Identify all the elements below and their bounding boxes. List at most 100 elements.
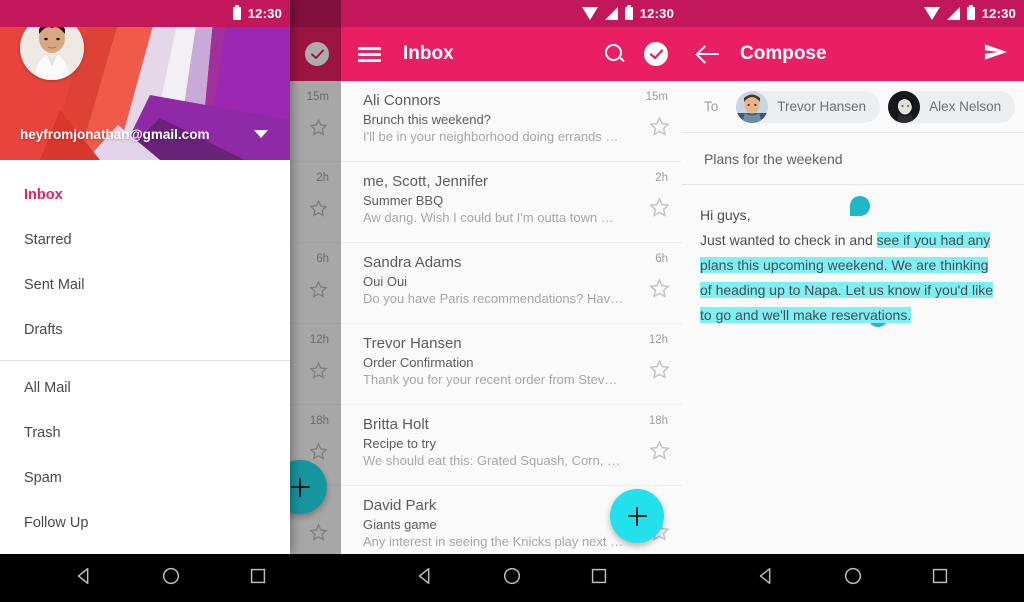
send-icon[interactable] <box>982 38 1010 71</box>
nav-back-button[interactable] <box>414 565 436 592</box>
star-icon[interactable] <box>648 196 671 224</box>
message-body-field[interactable]: Hi guys, Just wanted to check in and see… <box>682 185 1024 328</box>
nav-back-button[interactable] <box>73 565 95 592</box>
email-time: 18h <box>648 415 668 427</box>
nav-recents-button[interactable] <box>588 565 610 592</box>
screen-inbox: 12:30 Inbox Ali Connors Brunch this week… <box>341 0 682 602</box>
subject-field[interactable]: Plans for the weekend <box>682 133 1024 185</box>
table-row[interactable]: Trevor Hansen Order Confirmation Thank y… <box>341 324 682 405</box>
search-icon[interactable] <box>604 43 626 65</box>
email-subject: Order Confirmation <box>363 355 474 370</box>
star-icon[interactable] <box>648 439 671 467</box>
star-icon[interactable] <box>648 358 671 386</box>
status-bar-time: 12:30 <box>247 6 282 21</box>
sidebar-item-follow-up[interactable]: Follow Up <box>0 500 290 545</box>
sidebar-item-drafts[interactable]: Drafts <box>0 307 290 352</box>
screen-compose: 12:30 Compose To Trevor Hansen Alex Nels… <box>682 0 1024 602</box>
signal-icon <box>946 7 960 20</box>
drawer-nav-list: Inbox Starred Sent Mail Drafts All Mail … <box>0 160 290 545</box>
recipient-name: Alex Nelson <box>929 99 1002 114</box>
compose-fab[interactable] <box>610 489 664 543</box>
email-subject: Brunch this weekend? <box>363 112 491 127</box>
sidebar-item-all-mail[interactable]: All Mail <box>0 365 290 410</box>
page-title: Compose <box>740 43 827 64</box>
email-time: 2h <box>655 172 668 184</box>
recipient-chip-trevor-hansen[interactable]: Trevor Hansen <box>736 90 881 123</box>
star-icon[interactable] <box>648 115 671 143</box>
status-bar: 12:30 <box>682 0 1024 27</box>
email-sender: Trevor Hansen <box>363 335 462 352</box>
android-nav-bar <box>341 554 682 602</box>
email-snippet: We should eat this: Grated Squash, Corn,… <box>363 453 621 468</box>
message-line-2-plain: Just wanted to check in and <box>700 232 877 248</box>
inbox-toolbar: Inbox <box>341 27 682 81</box>
email-sender: Sandra Adams <box>363 254 462 271</box>
nav-home-button[interactable] <box>160 565 182 592</box>
email-subject: Giants game <box>363 517 437 532</box>
email-subject: Summer BBQ <box>363 193 444 208</box>
email-list[interactable]: Ali Connors Brunch this weekend? I'll be… <box>341 81 682 554</box>
status-bar: 12:30 <box>341 0 682 27</box>
nav-recents-button[interactable] <box>929 565 951 592</box>
email-sender: David Park <box>363 497 437 514</box>
email-time: 12h <box>648 334 668 346</box>
recipient-name: Trevor Hansen <box>777 99 867 114</box>
screen-nav-drawer: 15m 2h 6h 12h 18h 12:30 heyfromjonathan@… <box>0 0 341 602</box>
battery-icon <box>232 5 241 20</box>
nav-home-button[interactable] <box>501 565 523 592</box>
android-nav-bar <box>0 554 341 602</box>
three-phone-screens: 15m 2h 6h 12h 18h 12:30 heyfromjonathan@… <box>0 0 1024 602</box>
email-snippet: Thank you for your recent order from Ste… <box>363 372 618 387</box>
email-snippet: Aw dang. Wish I could but I'm outta town… <box>363 210 614 225</box>
message-line-1: Hi guys, <box>700 207 751 223</box>
status-bar: 12:30 <box>0 0 290 27</box>
wifi-icon <box>923 7 940 20</box>
to-label: To <box>704 99 719 114</box>
sidebar-item-starred[interactable]: Starred <box>0 217 290 262</box>
toolbar-actions <box>604 42 668 66</box>
to-field[interactable]: To Trevor Hansen Alex Nelson <box>682 81 1024 133</box>
sidebar-item-trash[interactable]: Trash <box>0 410 290 455</box>
email-time: 15m <box>645 91 668 103</box>
email-snippet: I'll be in your neighborhood doing erran… <box>363 129 619 144</box>
email-sender: Britta Holt <box>363 416 429 433</box>
compose-form: To Trevor Hansen Alex Nelson Plans for t… <box>682 81 1024 554</box>
battery-icon <box>966 5 975 20</box>
star-icon[interactable] <box>648 277 671 305</box>
back-arrow-icon[interactable] <box>696 41 722 67</box>
message-text: Hi guys, Just wanted to check in and see… <box>700 203 1002 328</box>
chevron-down-icon[interactable] <box>254 130 268 138</box>
email-time: 6h <box>655 253 668 265</box>
nav-back-button[interactable] <box>755 565 777 592</box>
nav-home-button[interactable] <box>842 565 864 592</box>
email-subject: Recipe to try <box>363 436 436 451</box>
status-bar-time: 12:30 <box>981 6 1016 21</box>
email-sender: me, Scott, Jennifer <box>363 173 489 190</box>
nav-recents-button[interactable] <box>247 565 269 592</box>
trevor-hansen-avatar <box>736 90 769 123</box>
drawer-divider <box>0 360 290 361</box>
page-title: Inbox <box>403 43 454 64</box>
sidebar-item-inbox[interactable]: Inbox <box>0 172 290 217</box>
email-snippet: Do you have Paris recommendations? Hav… <box>363 291 624 306</box>
navigation-drawer: heyfromjonathan@gmail.com Inbox Starred … <box>0 0 290 554</box>
compose-toolbar: Compose <box>682 27 1024 81</box>
account-email: heyfromjonathan@gmail.com <box>20 127 210 142</box>
table-row[interactable]: me, Scott, Jennifer Summer BBQ Aw dang. … <box>341 162 682 243</box>
battery-icon <box>624 5 633 20</box>
alex-nelson-avatar <box>888 90 921 123</box>
sidebar-item-spam[interactable]: Spam <box>0 455 290 500</box>
sidebar-item-sent-mail[interactable]: Sent Mail <box>0 262 290 307</box>
recipient-chip-alex-nelson[interactable]: Alex Nelson <box>888 90 1016 123</box>
status-bar-time: 12:30 <box>639 6 674 21</box>
email-sender: Ali Connors <box>363 92 441 109</box>
check-circle-icon[interactable] <box>644 42 668 66</box>
table-row[interactable]: Britta Holt Recipe to try We should eat … <box>341 405 682 486</box>
table-row[interactable]: Sandra Adams Oui Oui Do you have Paris r… <box>341 243 682 324</box>
email-subject: Oui Oui <box>363 274 408 289</box>
email-snippet: Any interest in seeing the Knicks play n… <box>363 534 624 549</box>
wifi-icon <box>581 7 598 20</box>
android-nav-bar <box>682 554 1024 602</box>
hamburger-menu-icon[interactable] <box>355 39 385 69</box>
table-row[interactable]: Ali Connors Brunch this weekend? I'll be… <box>341 81 682 162</box>
